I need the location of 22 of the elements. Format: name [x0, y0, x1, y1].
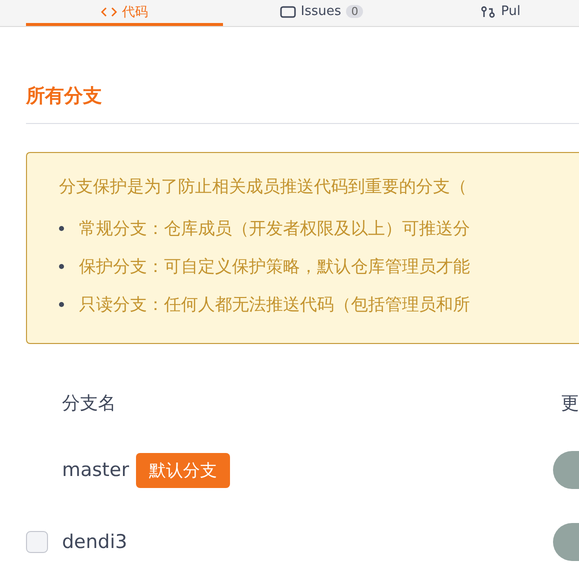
- code-icon: [101, 6, 117, 18]
- section-title: 所有分支: [26, 84, 103, 109]
- column-header: 更: [561, 392, 579, 415]
- avatar-icon: [553, 523, 579, 561]
- square-icon: [280, 6, 296, 18]
- notice-text: 分支保护是为了防止相关成员推送代码到重要的分支（: [59, 176, 468, 199]
- notice-item: 只读分支：任何人都无法推送代码（包括管理员和所: [79, 294, 470, 316]
- notice-item: 常规分支：仓库成员（开发者权限及以上）可推送分: [79, 218, 470, 240]
- bullet-icon: [59, 264, 64, 268]
- count-badge: 0: [346, 5, 364, 18]
- avatar-icon: [553, 451, 579, 489]
- column-header: 分支名: [62, 392, 116, 415]
- notice-item: 保护分支：可自定义保护策略，默认仓库管理员才能: [79, 256, 470, 278]
- tab[interactable]: Issues 0: [223, 0, 420, 26]
- pull-request-icon: [480, 6, 496, 18]
- tab[interactable]: Pul: [480, 0, 520, 26]
- bullet-icon: [59, 302, 64, 306]
- branch-name[interactable]: master: [62, 459, 130, 481]
- bullet-icon: [59, 226, 64, 230]
- branch-name[interactable]: dendi3: [62, 531, 128, 553]
- checkbox[interactable]: [26, 531, 48, 553]
- default-branch-badge: 默认分支: [136, 452, 230, 488]
